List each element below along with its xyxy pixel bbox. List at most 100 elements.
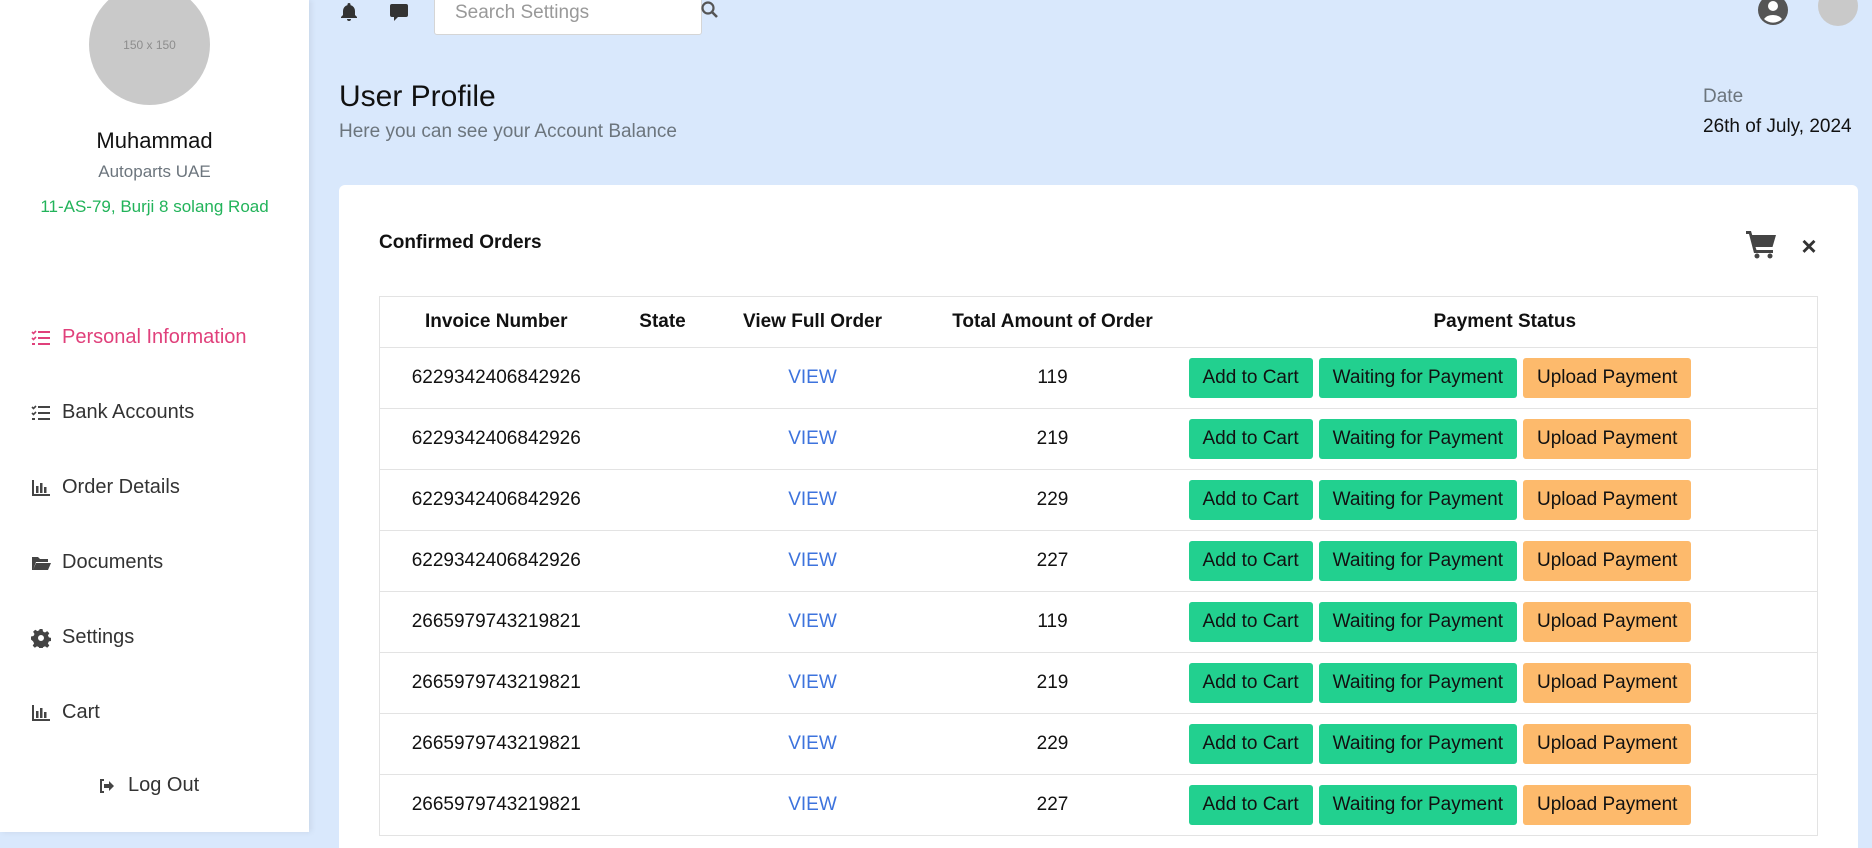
profile-address: 11-AS-79, Burji 8 solang Road (40, 197, 269, 216)
payment-status-cell: Add to Cart Waiting for Payment Upload Pay… (1188, 347, 1818, 409)
invoice-number-cell: 2665979743219821 (379, 652, 613, 714)
waiting-for-payment-button[interactable]: Waiting for Payment (1318, 724, 1517, 764)
profile-company: Autoparts UAE (98, 162, 211, 181)
total-amount-cell: 219 (912, 408, 1193, 470)
folder-open-icon (30, 552, 52, 574)
avatar[interactable] (1818, 0, 1858, 26)
state-cell (612, 469, 713, 531)
logout-button[interactable]: Log Out (96, 774, 199, 797)
view-cell: VIEW (712, 713, 913, 775)
total-amount-cell: 229 (912, 469, 1193, 531)
waiting-for-payment-button[interactable]: Waiting for Payment (1318, 541, 1517, 581)
date-label: Date (1703, 86, 1744, 107)
add-to-cart-button[interactable]: Add to Cart (1188, 663, 1313, 703)
view-order-link[interactable]: VIEW (788, 428, 837, 449)
column-header-state: State (612, 296, 713, 348)
search-icon[interactable] (700, 0, 720, 25)
payment-status-cell: Add to Cart Waiting for Payment Upload Pay… (1188, 591, 1818, 653)
list-check-icon (30, 327, 52, 349)
invoice-number-cell: 2665979743219821 (379, 713, 613, 775)
search-input[interactable] (455, 1, 700, 24)
add-to-cart-button[interactable]: Add to Cart (1188, 419, 1313, 459)
view-order-link[interactable]: VIEW (788, 550, 837, 571)
view-order-link[interactable]: VIEW (788, 794, 837, 815)
upload-payment-button[interactable]: Upload Payment (1522, 480, 1692, 520)
upload-payment-button[interactable]: Upload Payment (1522, 724, 1692, 764)
gear-icon (30, 627, 52, 649)
upload-payment-button[interactable]: Upload Payment (1522, 663, 1692, 703)
sidebar-item-label: Bank Accounts (62, 401, 195, 423)
view-cell: VIEW (712, 591, 913, 653)
total-amount-cell: 227 (912, 774, 1193, 836)
column-header-view-full-order: View Full Order (712, 296, 913, 348)
waiting-for-payment-button[interactable]: Waiting for Payment (1318, 602, 1517, 642)
upload-payment-button[interactable]: Upload Payment (1522, 358, 1692, 398)
table-row: 2665979743219821 VIEW 219 Add to Cart Wai… (379, 652, 1818, 714)
total-amount-cell: 119 (912, 591, 1193, 653)
sidebar-item-personal-information[interactable]: Personal Information (30, 300, 247, 375)
waiting-for-payment-button[interactable]: Waiting for Payment (1318, 663, 1517, 703)
comment-icon[interactable] (387, 0, 411, 24)
add-to-cart-button[interactable]: Add to Cart (1188, 785, 1313, 825)
list-check-icon (30, 402, 52, 424)
state-cell (612, 347, 713, 409)
table-row: 6229342406842926 VIEW 119 Add to Cart Wai… (379, 347, 1818, 409)
add-to-cart-button[interactable]: Add to Cart (1188, 541, 1313, 581)
waiting-for-payment-button[interactable]: Waiting for Payment (1318, 480, 1517, 520)
add-to-cart-button[interactable]: Add to Cart (1188, 480, 1313, 520)
add-to-cart-button[interactable]: Add to Cart (1188, 358, 1313, 398)
payment-status-cell: Add to Cart Waiting for Payment Upload Pay… (1188, 530, 1818, 592)
chart-bar-icon (30, 477, 52, 499)
view-order-link[interactable]: VIEW (788, 672, 837, 693)
user-circle-icon[interactable] (1757, 0, 1789, 26)
avatar-placeholder-text: 150 x 150 (123, 37, 176, 52)
sidebar-item-documents[interactable]: Documents (30, 525, 247, 600)
column-header-payment-status: Payment Status (1192, 296, 1818, 348)
add-to-cart-button[interactable]: Add to Cart (1188, 724, 1313, 764)
waiting-for-payment-button[interactable]: Waiting for Payment (1318, 785, 1517, 825)
search-box (434, 0, 718, 35)
add-to-cart-button[interactable]: Add to Cart (1188, 602, 1313, 642)
sidebar-item-label: Cart (62, 701, 100, 723)
bell-icon[interactable] (337, 0, 361, 24)
upload-payment-button[interactable]: Upload Payment (1522, 785, 1692, 825)
sidebar-nav: Personal Information Bank Accounts Order… (30, 300, 247, 750)
sidebar-item-cart[interactable]: Cart (30, 675, 247, 750)
table-row: 2665979743219821 VIEW 229 Add to Cart Wai… (379, 713, 1818, 775)
state-cell (612, 774, 713, 836)
close-icon[interactable]: × (1798, 233, 1820, 259)
view-order-link[interactable]: VIEW (788, 733, 837, 754)
sidebar-item-bank-accounts[interactable]: Bank Accounts (30, 375, 247, 450)
view-order-link[interactable]: VIEW (788, 611, 837, 632)
view-cell: VIEW (712, 469, 913, 531)
view-order-link[interactable]: VIEW (788, 489, 837, 510)
state-cell (612, 591, 713, 653)
table-row: 2665979743219821 VIEW 119 Add to Cart Wai… (379, 591, 1818, 653)
invoice-number-cell: 6229342406842926 (379, 469, 613, 531)
invoice-number-cell: 6229342406842926 (379, 530, 613, 592)
waiting-for-payment-button[interactable]: Waiting for Payment (1318, 358, 1517, 398)
column-header-invoice-number: Invoice Number (379, 296, 613, 348)
sidebar-item-label: Documents (62, 551, 164, 573)
profile-name: Muhammad (96, 128, 213, 153)
state-cell (612, 713, 713, 775)
view-cell: VIEW (712, 530, 913, 592)
table-row: 2665979743219821 VIEW 227 Add to Cart Wai… (379, 774, 1818, 836)
upload-payment-button[interactable]: Upload Payment (1522, 602, 1692, 642)
card-title: Confirmed Orders (379, 232, 542, 253)
page-subtitle: Here you can see your Account Balance (339, 121, 677, 142)
view-order-link[interactable]: VIEW (788, 367, 837, 388)
upload-payment-button[interactable]: Upload Payment (1522, 419, 1692, 459)
view-cell: VIEW (712, 408, 913, 470)
sidebar-item-label: Settings (62, 626, 135, 648)
shopping-cart-icon[interactable] (1746, 229, 1778, 259)
state-cell (612, 652, 713, 714)
sidebar-item-order-details[interactable]: Order Details (30, 450, 247, 525)
sign-out-icon (96, 775, 118, 797)
invoice-number-cell: 6229342406842926 (379, 408, 613, 470)
payment-status-cell: Add to Cart Waiting for Payment Upload Pay… (1188, 408, 1818, 470)
upload-payment-button[interactable]: Upload Payment (1522, 541, 1692, 581)
total-amount-cell: 119 (912, 347, 1193, 409)
sidebar-item-settings[interactable]: Settings (30, 600, 247, 675)
waiting-for-payment-button[interactable]: Waiting for Payment (1318, 419, 1517, 459)
